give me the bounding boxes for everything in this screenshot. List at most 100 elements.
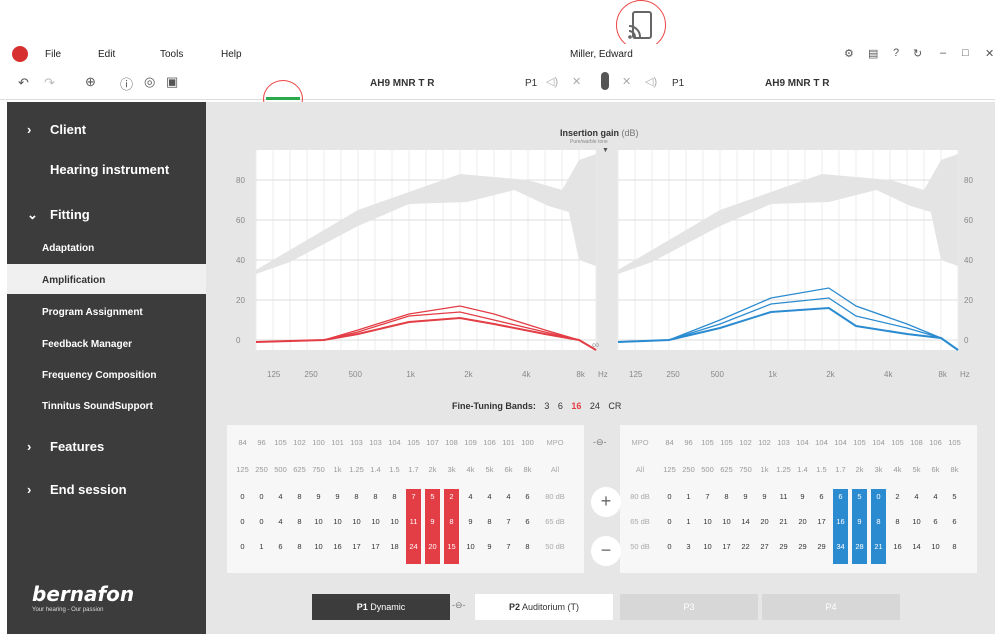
program-button-p4[interactable]: P4	[762, 594, 900, 620]
table-cell[interactable]: 4	[273, 514, 288, 530]
table-cell[interactable]: 2	[444, 489, 459, 514]
table-cell[interactable]: 7	[700, 489, 715, 505]
minimize-icon[interactable]: –	[940, 47, 946, 59]
table-cell[interactable]: 8	[444, 514, 459, 539]
table-cell[interactable]: 4	[482, 489, 497, 505]
table-cell[interactable]: 24	[406, 539, 421, 564]
table-cell[interactable]: 9	[330, 489, 345, 505]
table-cell[interactable]: 8	[368, 489, 383, 505]
table-cell[interactable]: 16	[330, 539, 345, 555]
table-cell[interactable]: 4	[909, 489, 924, 505]
table-cell[interactable]: 0	[254, 489, 269, 505]
info-icon[interactable]: ⓘ	[120, 74, 133, 93]
table-cell[interactable]: 29	[795, 539, 810, 555]
table-cell[interactable]: 9	[311, 489, 326, 505]
table-cell[interactable]: 3	[681, 539, 696, 555]
left-device-label[interactable]: AH9 MNR T R	[370, 78, 434, 89]
table-cell[interactable]: 29	[776, 539, 791, 555]
microphone-icon[interactable]	[601, 72, 609, 90]
right-mute-icon[interactable]: ◁)	[645, 75, 657, 88]
table-cell[interactable]: 8	[520, 539, 535, 555]
menu-file[interactable]: File	[45, 49, 61, 60]
left-program-label[interactable]: P1	[525, 78, 537, 89]
right-device-label[interactable]: AH9 MNR T R	[765, 78, 829, 89]
table-cell[interactable]: 1	[254, 539, 269, 555]
table-cell[interactable]: 27	[757, 539, 772, 555]
table-cell[interactable]: 8	[292, 489, 307, 505]
table-cell[interactable]: 16	[890, 539, 905, 555]
decrease-gain-button[interactable]: −	[591, 536, 621, 566]
table-cell[interactable]: 1	[681, 489, 696, 505]
redo-icon[interactable]: ↷	[44, 75, 55, 91]
table-cell[interactable]: 7	[501, 539, 516, 555]
target-icon[interactable]: ⊕	[85, 74, 96, 90]
table-cell[interactable]: 0	[235, 539, 250, 555]
table-cell[interactable]: 0	[871, 489, 886, 514]
table-cell[interactable]: 10	[387, 514, 402, 530]
table-cell[interactable]: 5	[947, 489, 962, 505]
table-cell[interactable]: 20	[757, 514, 772, 530]
menu-help[interactable]: Help	[221, 49, 242, 60]
table-cell[interactable]: 10	[368, 514, 383, 530]
menu-tools[interactable]: Tools	[160, 49, 183, 60]
table-cell[interactable]: 20	[795, 514, 810, 530]
table-cell[interactable]: 2	[890, 489, 905, 505]
screen-icon[interactable]: ▣	[166, 74, 178, 90]
table-cell[interactable]: 6	[814, 489, 829, 505]
table-cell[interactable]: 21	[776, 514, 791, 530]
fine-tuning-option[interactable]: 3	[544, 401, 552, 411]
fine-tuning-option[interactable]: 16	[571, 401, 584, 411]
table-cell[interactable]: 10	[463, 539, 478, 555]
table-cell[interactable]: 6	[833, 489, 848, 514]
table-cell[interactable]: 6	[928, 514, 943, 530]
table-cell[interactable]: 1	[681, 514, 696, 530]
table-cell[interactable]: 8	[482, 514, 497, 530]
table-cell[interactable]: 9	[738, 489, 753, 505]
table-cell[interactable]: 7	[501, 514, 516, 530]
table-cell[interactable]: 34	[833, 539, 848, 564]
hearing-icon[interactable]: ◎	[144, 74, 155, 90]
table-cell[interactable]: 17	[814, 514, 829, 530]
table-cell[interactable]: 10	[928, 539, 943, 555]
table-cell[interactable]: 16	[833, 514, 848, 539]
table-cell[interactable]: 11	[406, 514, 421, 539]
increase-gain-button[interactable]: +	[591, 487, 621, 517]
table-cell[interactable]: 10	[349, 514, 364, 530]
fine-tuning-option[interactable]: CR	[608, 401, 621, 411]
sync-icon[interactable]: ↻	[913, 47, 922, 60]
table-cell[interactable]: 9	[425, 514, 440, 539]
table-cell[interactable]: 6	[520, 489, 535, 505]
table-cell[interactable]: 0	[235, 514, 250, 530]
right-mic-off-icon[interactable]: ✕	[622, 75, 631, 88]
table-cell[interactable]: 5	[852, 489, 867, 514]
table-cell[interactable]: 5	[425, 489, 440, 514]
settings-icon[interactable]: ⚙	[844, 47, 854, 60]
left-mute-icon[interactable]: ◁)	[546, 75, 558, 88]
table-cell[interactable]: 9	[795, 489, 810, 505]
table-cell[interactable]: 9	[757, 489, 772, 505]
table-cell[interactable]: 28	[852, 539, 867, 564]
table-cell[interactable]: 17	[719, 539, 734, 555]
print-icon[interactable]: ▤	[868, 47, 878, 60]
right-program-label[interactable]: P1	[672, 78, 684, 89]
table-cell[interactable]: 4	[273, 489, 288, 505]
table-cell[interactable]: 0	[254, 514, 269, 530]
undo-icon[interactable]: ↶	[18, 75, 29, 91]
table-cell[interactable]: 9	[482, 539, 497, 555]
table-cell[interactable]: 6	[947, 514, 962, 530]
table-cell[interactable]: 18	[387, 539, 402, 555]
table-cell[interactable]: 20	[425, 539, 440, 564]
table-cell[interactable]: 10	[330, 514, 345, 530]
table-cell[interactable]: 6	[273, 539, 288, 555]
table-cell[interactable]: 10	[909, 514, 924, 530]
table-cell[interactable]: 10	[700, 539, 715, 555]
table-cell[interactable]: 10	[311, 514, 326, 530]
table-cell[interactable]: 8	[387, 489, 402, 505]
table-cell[interactable]: 8	[947, 539, 962, 555]
table-cell[interactable]: 14	[909, 539, 924, 555]
table-cell[interactable]: 21	[871, 539, 886, 564]
close-icon[interactable]: ✕	[985, 47, 994, 60]
table-cell[interactable]: 4	[928, 489, 943, 505]
left-mic-off-icon[interactable]: ✕	[572, 75, 581, 88]
program-link-icon[interactable]: -⊖-	[452, 600, 466, 611]
